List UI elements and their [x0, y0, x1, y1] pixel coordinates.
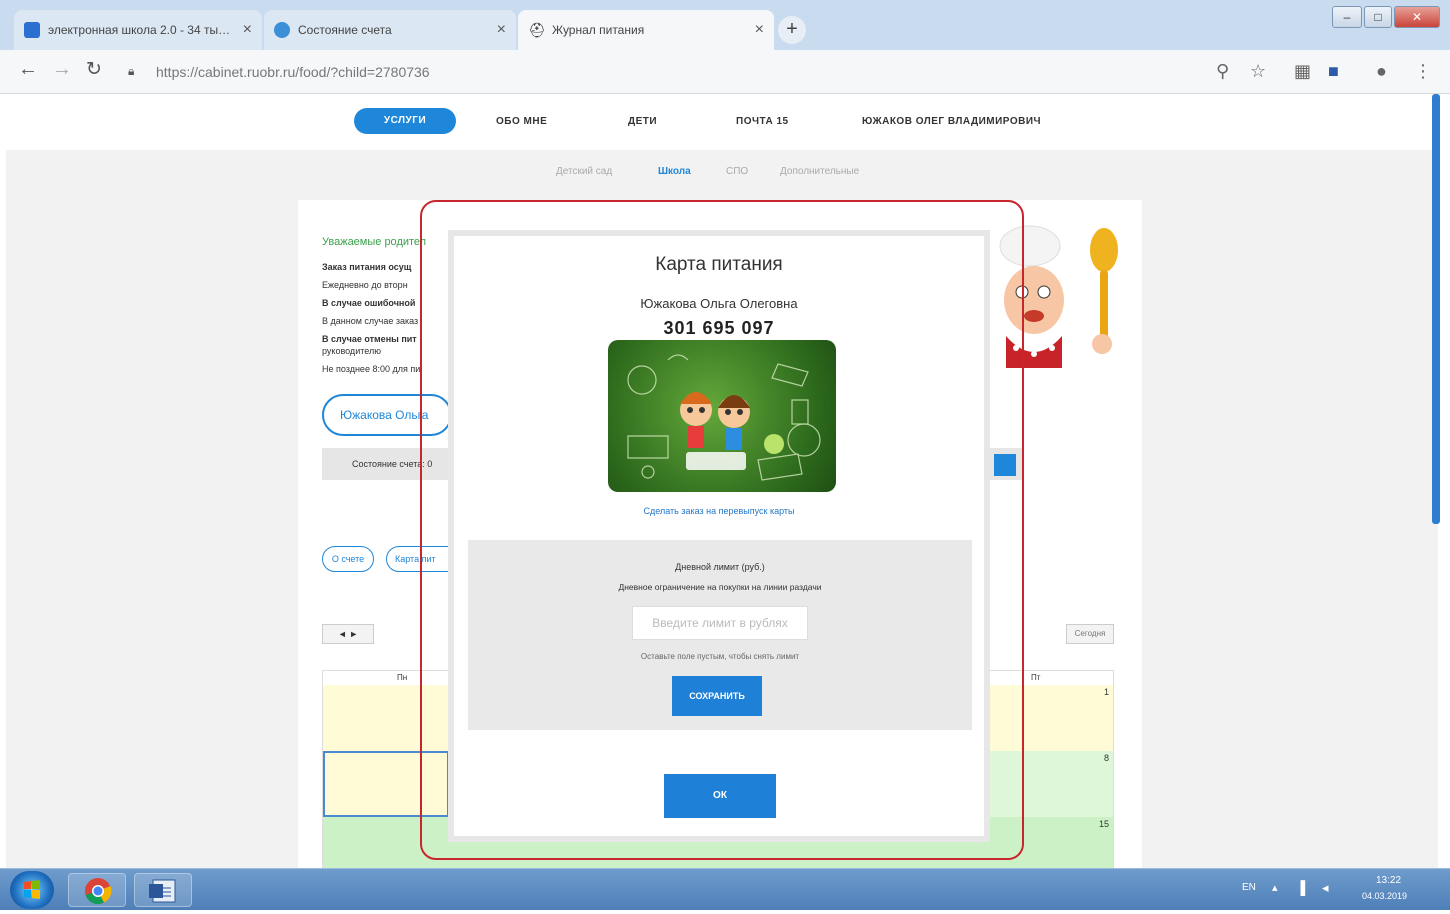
network-icon[interactable]: ▐	[1296, 880, 1305, 895]
maximize-button[interactable]: □	[1364, 6, 1392, 28]
date-cell[interactable]: 8	[1104, 753, 1109, 763]
subnav-spo[interactable]: СПО	[726, 166, 748, 177]
nav-children[interactable]: ДЕТИ	[628, 116, 657, 127]
col-header-mon: Пн	[397, 673, 408, 682]
language-indicator[interactable]: EN	[1242, 882, 1256, 893]
tab-label: Журнал питания	[552, 23, 645, 37]
clock-date[interactable]: 04.03.2019	[1362, 891, 1407, 901]
document-app-icon	[149, 879, 176, 903]
clock-time[interactable]: 13:22	[1376, 875, 1401, 886]
today-button[interactable]: Сегодня	[1066, 624, 1114, 644]
profile-icon[interactable]: ●	[1376, 61, 1387, 82]
subnav-additional[interactable]: Дополнительные	[780, 166, 859, 177]
os-taskbar: EN ▴ ▐ ◂ 13:22 04.03.2019	[0, 868, 1450, 910]
date-cell[interactable]: 15	[1099, 819, 1109, 829]
nav-about[interactable]: ОБО МНЕ	[496, 116, 547, 127]
reload-icon[interactable]: ↻	[86, 58, 102, 81]
close-icon[interactable]: ×	[755, 21, 764, 39]
back-icon[interactable]: ←	[18, 58, 38, 81]
tab-food-journal[interactable]: ⛑ Журнал питания ×	[518, 10, 774, 50]
nav-services[interactable]: УСЛУГИ	[354, 108, 456, 134]
forward-icon[interactable]: →	[52, 58, 72, 81]
calendar-nav[interactable]: ◄ ►	[322, 624, 374, 644]
school-favicon-icon	[24, 22, 40, 38]
date-cell[interactable]: 1	[1104, 687, 1109, 697]
col-header-fri: Пт	[1031, 673, 1041, 682]
nav-user[interactable]: ЮЖАКОВ ОЛЕГ ВЛАДИМИРОВИЧ	[862, 116, 1041, 127]
minimize-button[interactable]: –	[1332, 6, 1362, 28]
volume-icon[interactable]: ◂	[1322, 880, 1329, 896]
extension-2-icon[interactable]: ■	[1328, 61, 1339, 82]
tab-label: Состояние счета	[298, 23, 392, 37]
tab-label: электронная школа 2.0 - 34 ты…	[48, 23, 231, 37]
food-favicon-icon: ⛑	[528, 22, 546, 38]
subnav-school[interactable]: Школа	[658, 166, 691, 177]
extension-icon[interactable]: ▦	[1294, 61, 1311, 82]
highlight-outline	[420, 200, 1024, 860]
page-scrollbar[interactable]	[1432, 94, 1440, 524]
menu-icon[interactable]: ⋮	[1414, 61, 1432, 82]
address-bar-row: ← → ↻ 🔒︎ https://cabinet.ruobr.ru/food/?…	[0, 50, 1450, 94]
chrome-icon	[85, 878, 112, 905]
site-nav: УСЛУГИ ОБО МНЕ ДЕТИ ПОЧТА 15 ЮЖАКОВ ОЛЕГ…	[6, 94, 1438, 150]
tab-school[interactable]: электронная школа 2.0 - 34 ты… ×	[14, 10, 262, 50]
taskbar-chrome[interactable]	[68, 873, 126, 907]
tab-account-state[interactable]: Состояние счета ×	[264, 10, 516, 50]
nav-mail[interactable]: ПОЧТА 15	[736, 116, 789, 127]
start-button[interactable]	[10, 871, 54, 909]
windows-logo-icon	[24, 880, 40, 899]
close-icon[interactable]: ×	[497, 21, 506, 39]
lock-icon: 🔒︎	[128, 64, 135, 78]
close-icon[interactable]: ×	[243, 21, 252, 39]
tray-up-arrow-icon[interactable]: ▴	[1272, 881, 1278, 894]
taskbar-word[interactable]	[134, 873, 192, 907]
zoom-icon[interactable]: ⚲	[1216, 61, 1229, 82]
browser-tab-bar: электронная школа 2.0 - 34 ты… × Состоян…	[0, 0, 1450, 50]
new-tab-button[interactable]: +	[778, 16, 806, 44]
close-window-button[interactable]: ✕	[1394, 6, 1440, 28]
bookmark-star-icon[interactable]: ☆	[1250, 61, 1266, 82]
about-account-chip[interactable]: О счете	[322, 546, 374, 572]
account-favicon-icon	[274, 22, 290, 38]
url-input[interactable]: https://cabinet.ruobr.ru/food/?child=278…	[148, 59, 1308, 85]
subnav-kindergarten[interactable]: Детский сад	[556, 166, 612, 177]
